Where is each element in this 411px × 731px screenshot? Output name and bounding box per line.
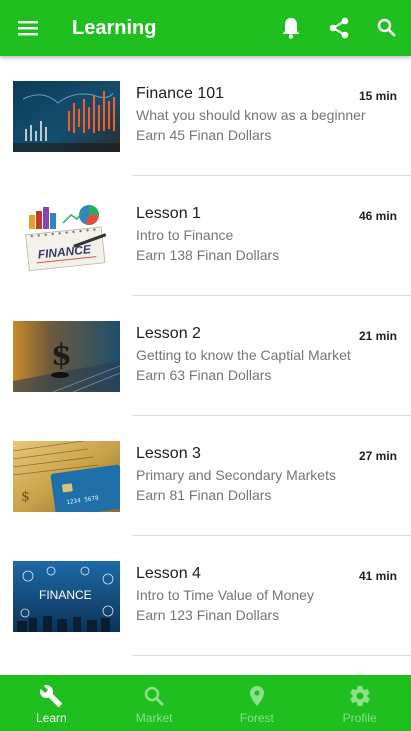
menu-icon [18, 21, 38, 36]
bell-icon [282, 18, 300, 39]
lesson-title: Lesson 2 [136, 325, 201, 342]
search-button[interactable] [363, 0, 411, 56]
svg-text:$: $ [51, 338, 72, 373]
lesson-subtitle: What you should know as a beginner [136, 107, 366, 123]
notifications-button[interactable] [267, 0, 315, 56]
lesson-reward: Earn 63 Finan Dollars [136, 367, 272, 383]
dollar-chess-piece-image: $ [13, 321, 120, 392]
share-icon [329, 17, 349, 39]
lesson-duration: 15 min [358, 89, 397, 103]
nav-label: Market [135, 711, 173, 725]
lesson-item-lesson-2[interactable]: $ Lesson 2 21 min Getting to know the Ca… [0, 296, 411, 416]
stock-chart-image [13, 81, 120, 152]
lesson-title: Lesson 3 [136, 445, 201, 462]
nav-profile[interactable]: Profile [308, 675, 411, 731]
nav-forest[interactable]: Forest [206, 675, 309, 731]
bottom-navigation: Learn Market Forest Profile [0, 675, 411, 731]
lesson-item-finance-101[interactable]: Finance 101 15 min What you should know … [0, 56, 411, 176]
svg-text:$: $ [21, 489, 30, 505]
wrench-icon [40, 685, 63, 707]
lesson-subtitle: Getting to know the Captial Market [136, 347, 351, 363]
finance-icons-image: FINANCE [13, 561, 120, 632]
image-text: FINANCE [39, 588, 92, 602]
lesson-reward: Earn 81 Finan Dollars [136, 487, 272, 503]
nav-learn[interactable]: Learn [0, 675, 103, 731]
lesson-reward: Earn 123 Finan Dollars [136, 607, 280, 623]
gear-icon [349, 686, 370, 706]
lesson-reward: Earn 138 Finan Dollars [136, 247, 280, 263]
lesson-duration: 46 min [358, 209, 397, 223]
page-title: Learning [72, 16, 157, 39]
nav-label: Learn [36, 711, 67, 725]
lesson-item-lesson-4[interactable]: FINANCE Lesson 4 41 min Intro to Time Va… [0, 536, 411, 656]
divider [132, 655, 411, 656]
app-bar: Learning [0, 0, 411, 56]
lesson-duration: 27 min [358, 449, 397, 463]
finance-notebook-image: FINANCE [13, 201, 120, 272]
lesson-reward: Earn 45 Finan Dollars [136, 127, 272, 143]
search-icon [144, 686, 165, 707]
lesson-item-lesson-1[interactable]: FINANCE Lesson 1 46 min Intro to Finance… [0, 176, 411, 296]
search-icon [377, 18, 396, 37]
nav-label: Forest [239, 711, 274, 725]
nav-label: Profile [342, 711, 377, 725]
lesson-duration: 21 min [358, 329, 397, 343]
lesson-title: Lesson 4 [136, 565, 201, 582]
lesson-title: Finance 101 [136, 85, 225, 102]
location-pin-icon [249, 686, 264, 706]
share-button[interactable] [315, 0, 363, 56]
lesson-subtitle: Primary and Secondary Markets [136, 467, 336, 483]
menu-button[interactable] [0, 0, 56, 56]
lesson-list: Finance 101 15 min What you should know … [0, 56, 411, 675]
lesson-duration: 41 min [358, 569, 397, 583]
lesson-title: Lesson 1 [136, 205, 201, 222]
cash-and-card-image: 1234 5678 $ [13, 441, 120, 512]
lesson-item-lesson-3[interactable]: 1234 5678 $ Lesson 3 27 min Primary and … [0, 416, 411, 536]
nav-market[interactable]: Market [103, 675, 206, 731]
lesson-subtitle: Intro to Time Value of Money [136, 587, 314, 603]
lesson-subtitle: Intro to Finance [136, 227, 234, 243]
